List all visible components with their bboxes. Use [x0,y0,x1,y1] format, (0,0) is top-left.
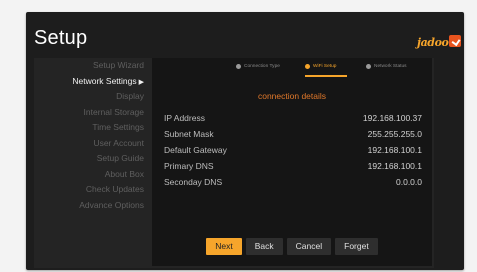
sidebar-item-label: Setup Guide [96,153,144,163]
detail-label: Default Gateway [164,145,227,155]
sidebar-item-time-settings[interactable]: Time Settings [34,120,150,136]
sidebar-item-check-updates[interactable]: Check Updates [34,182,150,198]
sidebar-item-display[interactable]: Display [34,89,150,105]
detail-value: 255.255.255.0 [367,129,422,139]
sidebar-item-about-box[interactable]: About Box [34,167,150,183]
section-title: connection details [257,91,327,101]
detail-row-subnet-mask: Subnet Mask 255.255.255.0 [164,126,422,142]
current-step-indicator [305,75,347,77]
sidebar-item-user-account[interactable]: User Account [34,136,150,152]
sidebar-item-network-settings[interactable]: Network Settings ▶ [34,74,150,90]
sidebar-item-label: Internal Storage [83,106,144,117]
network-settings-panel: Connection Type WiFi Setup Network Statu… [152,58,432,266]
detail-value: 192.168.100.37 [362,113,422,123]
next-button[interactable]: Next [206,238,242,255]
brand-check-icon [449,35,462,47]
settings-sidebar: Setup Wizard Network Settings ▶ Display I… [34,58,150,268]
sidebar-item-label: Check Updates [85,184,144,194]
detail-value: 192.168.100.1 [367,161,422,171]
page-title: Setup [34,27,88,49]
detail-label: Seconday DNS [164,177,223,187]
connection-details-list: IP Address 192.168.100.37 Subnet Mask 25… [164,110,422,190]
caret-right-icon: ▶ [138,78,144,86]
detail-value: 0.0.0.0 [396,177,422,187]
step-dot-icon [366,64,371,69]
detail-row-default-gateway: Default Gateway 192.168.100.1 [164,142,422,158]
step-network-status: Network Status [366,64,407,69]
detail-label: Subnet Mask [164,129,214,139]
sidebar-item-setup-wizard[interactable]: Setup Wizard [34,58,150,74]
step-dot-icon [236,64,241,69]
sidebar-item-label: Network Settings [72,75,137,86]
wizard-steps: Connection Type WiFi Setup Network Statu… [152,64,432,78]
brand-logo: jadoo [417,34,462,50]
step-dot-icon [305,64,310,69]
sidebar-item-label: Display [116,91,144,101]
sidebar-item-internal-storage[interactable]: Internal Storage [34,105,150,121]
detail-label: IP Address [164,113,205,123]
sidebar-item-label: About Box [104,168,144,179]
step-label: Network Status [374,64,407,69]
sidebar-item-setup-guide[interactable]: Setup Guide [34,151,150,167]
sidebar-item-label: User Account [93,137,144,148]
forget-button[interactable]: Forget [335,238,378,255]
detail-row-primary-dns: Primary DNS 192.168.100.1 [164,158,422,174]
step-label: WiFi Setup [313,64,337,69]
step-connection-type: Connection Type [236,64,280,69]
brand-logo-text: jadoo [417,35,449,49]
detail-row-ip-address: IP Address 192.168.100.37 [164,110,422,126]
detail-row-secondary-dns: Seconday DNS 0.0.0.0 [164,174,422,190]
step-wifi-setup: WiFi Setup [305,64,336,69]
back-button[interactable]: Back [245,238,283,255]
cancel-button[interactable]: Cancel [286,238,332,255]
step-label: Connection Type [244,64,280,69]
action-buttons: Next Back Cancel Forget [152,238,432,255]
detail-value: 192.168.100.1 [367,145,422,155]
sidebar-item-label: Setup Wizard [92,60,144,70]
sidebar-item-label: Time Settings [92,122,144,132]
sidebar-item-label: Advance Options [79,199,144,210]
sidebar-item-advance-options[interactable]: Advance Options [34,198,150,214]
detail-label: Primary DNS [164,161,214,171]
